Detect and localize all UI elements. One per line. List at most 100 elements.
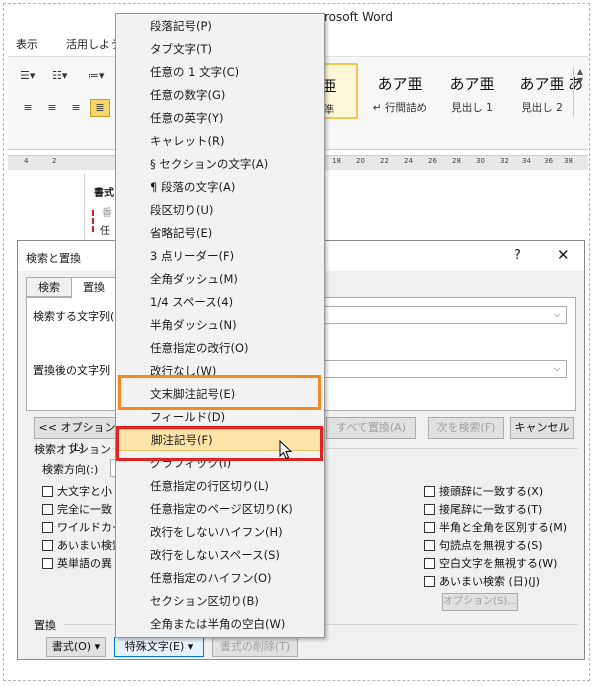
checkbox[interactable] [42,522,53,533]
checkbox-wildcards[interactable]: ワイルドカー [42,519,123,535]
checkbox[interactable] [424,558,435,569]
menu-item-paragraph-mark[interactable]: 段落記号(P) [116,15,324,37]
menu-item-optional-break[interactable]: 任意指定の改行(O) [116,337,324,359]
checkbox-word-forms[interactable]: 英単語の異 [42,555,112,571]
checkbox-label: 大文字と小 [57,485,112,498]
word-title: rosoft Word [324,10,393,24]
checkbox-label: 英単語の異 [57,557,112,570]
menu-item-nonbreaking-space[interactable]: 改行をしないスペース(S) [116,544,324,566]
ruler-tick: 36 [544,157,553,165]
checkbox-label: 接頭辞に一致する(X) [439,485,544,498]
checkbox-label: あいまい検索 [57,539,123,552]
checkbox-label: 接尾辞に一致する(T) [439,503,543,516]
menu-item-nonbreaking-hyphen[interactable]: 改行をしないハイフン(H) [116,521,324,543]
align-right-icon[interactable]: ≡ [66,99,86,117]
menu-item-column-break[interactable]: 段区切り(U) [116,199,324,221]
dialog-title: 検索と置換 [26,252,81,265]
checkbox[interactable] [424,540,435,551]
checkbox[interactable] [424,486,435,497]
menu-item-paragraph-char[interactable]: ¶ 段落の文字(A) [116,176,324,198]
multilevel-list-icon[interactable]: ≔▾ [88,69,105,82]
menu-item-any-letter[interactable]: 任意の英字(Y) [116,107,324,129]
mouse-pointer-icon [279,440,293,460]
menu-item-section-char[interactable]: § セクションの文字(A) [116,153,324,175]
options-button[interactable]: オプション(S)... [442,593,518,611]
menu-item-white-space[interactable]: 全角または半角の空白(W) [116,613,324,635]
ruler-tick: 20 [356,157,365,165]
align-justify-icon[interactable]: ≣ [90,99,110,117]
dashed-marker [92,210,104,232]
numbered-list-icon[interactable]: ☷▾ [52,69,67,82]
checkbox[interactable] [424,504,435,515]
ruler-tick: 34 [522,157,531,165]
find-label: 検索する文字列( [33,310,115,323]
checkbox-ignore-punct[interactable]: 句読点を無視する(S) [424,537,543,553]
style-heading-1[interactable]: あア亜 見出し 1 [436,63,508,119]
style-name: 見出し 1 [451,102,493,114]
search-options-title: 検索オプション [34,443,111,456]
help-icon[interactable]: ? [514,248,521,263]
checkbox-label: 句読点を無視する(S) [439,539,543,552]
style-sample: あア亜 [377,75,423,93]
style-sample: あア亜 [449,75,495,93]
format-button[interactable]: 書式(O) ▾ [46,637,106,657]
replace-label: 置換後の文字列 [33,364,110,377]
replace-section-title: 置換 [34,619,56,632]
ruler-tick: 30 [476,157,485,165]
checkbox[interactable] [42,504,53,515]
menu-item-manual-page-break[interactable]: 任意指定のページ区切り(K) [116,498,324,520]
checkbox-width[interactable]: 半角と全角を区別する(M) [424,519,567,535]
cancel-button[interactable]: キャンセル [510,417,574,439]
checkbox-whole-word[interactable]: 完全に一致 [42,501,112,517]
checkbox[interactable] [424,522,435,533]
ruler-tick: 38 [564,157,573,165]
menu-item-quarter-space[interactable]: 1/4 スペース(4) [116,291,324,313]
checkbox-match-prefix[interactable]: 接頭辞に一致する(X) [424,483,543,499]
tab-replace[interactable]: 置換 [71,277,117,299]
tab-find[interactable]: 検索 [26,277,72,297]
less-options-button[interactable]: << オプション(L) [34,417,120,454]
ruler-tick: 26 [428,157,437,165]
checkbox-match-case[interactable]: 大文字と小 [42,483,112,499]
checkbox[interactable] [42,486,53,497]
ruler-tick: 32 [500,157,509,165]
style-no-spacing[interactable]: あア亜 ↵ 行間詰め [364,63,436,119]
clear-format-button[interactable]: 書式の削除(T) [212,637,298,657]
menu-item-en-dash[interactable]: 半角ダッシュ(N) [116,314,324,336]
ruler-tick: 4 [24,157,29,165]
styles-scroll-icon[interactable]: ▲ ▼ [573,67,586,117]
menu-item-ellipsis[interactable]: 省略記号(E) [116,222,324,244]
menu-item-tab[interactable]: タブ文字(T) [116,38,324,60]
align-left-icon[interactable]: ≡ [18,99,38,117]
menu-item-em-dash[interactable]: 全角ダッシュ(M) [116,268,324,290]
checkbox[interactable] [42,558,53,569]
checkbox-label: 空白文字を無視する(W) [439,557,558,570]
checkbox-ignore-space[interactable]: 空白文字を無視する(W) [424,555,557,571]
doc-line: 書式 [94,188,114,199]
bullet-list-icon[interactable]: ☰▾ [20,69,35,82]
menu-item-any-digit[interactable]: 任意の数字(G) [116,84,324,106]
menu-item-any-char[interactable]: 任意の 1 文字(C) [116,61,324,83]
checkbox-match-suffix[interactable]: 接尾辞に一致する(T) [424,501,542,517]
menu-item-manual-line-break[interactable]: 任意指定の行区切り(L) [116,475,324,497]
tab-view[interactable]: 表示 [16,36,38,52]
checkbox-fuzzy[interactable]: あいまい検索 [42,537,123,553]
close-icon[interactable]: ✕ [557,246,570,264]
checkbox[interactable] [424,576,435,587]
ruler-tick: 22 [380,157,389,165]
menu-item-3dot-leader[interactable]: 3 点リーダー(F) [116,245,324,267]
special-chars-button[interactable]: 特殊文字(E) ▾ [114,637,204,657]
checkbox-label: 完全に一致 [57,503,112,516]
checkbox[interactable] [42,540,53,551]
chevron-down-icon[interactable]: ⌵ [550,363,564,375]
align-center-icon[interactable]: ≡ [42,99,62,117]
replace-all-button[interactable]: すべて置換(A) [326,417,416,439]
menu-item-section-break[interactable]: セクション区切り(B) [116,590,324,612]
chevron-down-icon[interactable]: ⌵ [550,309,564,321]
tab-utilize[interactable]: 活用しよう [66,36,121,52]
menu-item-caret[interactable]: キャレット(R) [116,130,324,152]
menu-item-optional-hyphen[interactable]: 任意指定のハイフン(O) [116,567,324,589]
direction-label: 検索方向(:) [42,463,99,476]
checkbox-fuzzy-jp[interactable]: あいまい検索 (日)(J) [424,573,540,589]
find-next-button[interactable]: 次を検索(F) [428,417,504,439]
